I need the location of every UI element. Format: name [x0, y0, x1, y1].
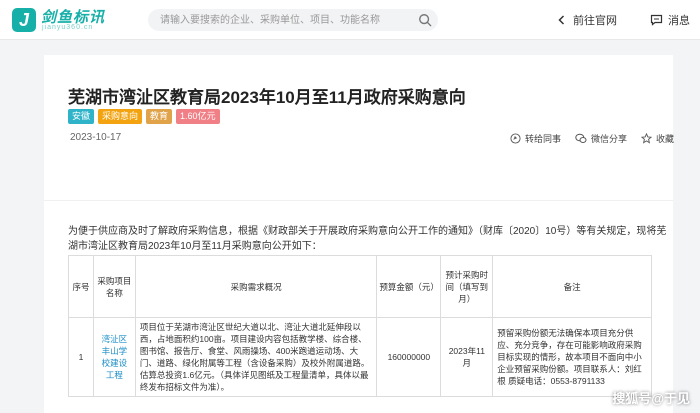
cell-remark: 预留采购份额无法确保本项目充分供应、充分竞争，存在可能影响政府采购目标实现的情形…	[492, 317, 652, 397]
wechat-share-button[interactable]: 微信分享	[575, 132, 627, 145]
search-input[interactable]	[148, 9, 438, 31]
header-no: 序号	[68, 255, 94, 318]
arrow-left-icon	[558, 15, 565, 25]
wechat-icon	[575, 133, 587, 143]
article-title: 芜湖市湾沚区教育局2023年10月至11月政府采购意向	[68, 88, 466, 107]
article-card: 芜湖市湾沚区教育局2023年10月至11月政府采购意向 安徽 采购意向 教育 1…	[44, 55, 674, 413]
header-requirement: 采购需求概况	[134, 255, 378, 318]
header-project-name: 采购项目名称	[92, 255, 136, 318]
header-remark: 备注	[492, 255, 652, 318]
logo-icon: J	[12, 8, 36, 32]
tag-region[interactable]: 安徽	[68, 109, 95, 124]
section-divider	[44, 200, 673, 201]
cell-budget: 160000000	[376, 317, 442, 397]
message-link[interactable]: 消息	[650, 12, 690, 28]
logo-subtext: jianyu360.cn	[42, 24, 94, 31]
forward-icon	[510, 133, 521, 144]
table-header-row: 序号 采购项目名称 采购需求概况 预算金额（元） 预计采购时间（填写到月） 备注	[68, 255, 652, 318]
favorite-button[interactable]: 收藏	[641, 132, 674, 145]
official-site-label: 前往官网	[573, 15, 617, 27]
table-row: 1 湾沚区丰山学校建设工程 项目位于芜湖市湾沚区世纪大道以北、湾沚大道北延伸段以…	[68, 317, 652, 397]
search-icon[interactable]	[418, 13, 432, 27]
tag-type[interactable]: 采购意向	[98, 109, 143, 124]
top-bar: J 剑鱼标讯 jianyu360.cn 前往官网 消息	[0, 0, 700, 40]
share-colleague-button[interactable]: 转给同事	[510, 132, 561, 145]
tag-list: 安徽 采购意向 教育 1.60亿元	[68, 109, 220, 124]
share-colleague-label: 转给同事	[525, 134, 562, 144]
favorite-label: 收藏	[656, 134, 675, 144]
source-watermark: 搜狐号@于见	[612, 391, 690, 406]
procurement-table: 序号 采购项目名称 采购需求概况 预算金额（元） 预计采购时间（填写到月） 备注…	[68, 255, 652, 397]
site-logo[interactable]: J 剑鱼标讯 jianyu360.cn	[12, 6, 122, 34]
cell-time: 2023年11月	[440, 317, 494, 397]
tag-amount: 1.60亿元	[176, 109, 220, 124]
cell-no: 1	[68, 317, 94, 397]
star-icon	[641, 133, 653, 144]
publish-date: 2023-10-17	[70, 132, 122, 143]
article-actions: 转给同事 微信分享 收藏	[510, 132, 674, 145]
official-site-link[interactable]: 前往官网	[556, 12, 617, 28]
cell-project-name[interactable]: 湾沚区丰山学校建设工程	[92, 317, 136, 397]
message-icon	[650, 14, 663, 26]
tag-industry[interactable]: 教育	[146, 109, 173, 124]
message-label: 消息	[668, 15, 690, 27]
wechat-share-label: 微信分享	[591, 134, 628, 144]
cell-requirement: 项目位于芜湖市湾沚区世纪大道以北、湾沚大道北延伸段以西，占地面积约100亩。项目…	[134, 317, 378, 397]
header-time: 预计采购时间（填写到月）	[440, 255, 494, 318]
intro-paragraph: 为便于供应商及时了解政府采购信息，根据《财政部关于开展政府采购意向公开工作的通知…	[68, 226, 667, 252]
header-budget: 预算金额（元）	[376, 255, 442, 318]
